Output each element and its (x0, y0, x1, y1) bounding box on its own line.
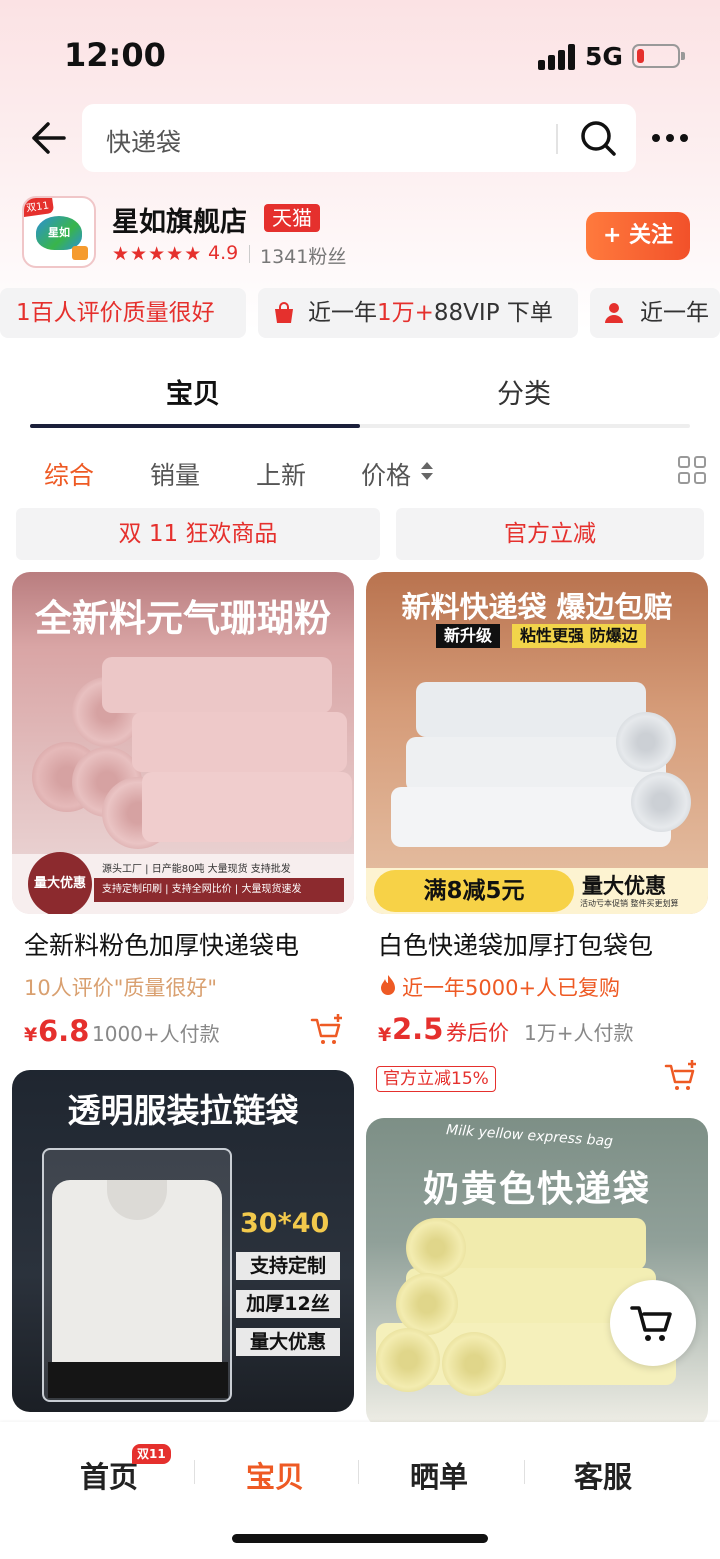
product-image-yellow[interactable]: Milk yellow express bag 奶黄色快递袋 (366, 1118, 708, 1428)
image-line: 源头工厂 | 日产能80吨 大量现货 支持批发 (102, 864, 291, 875)
search-divider (556, 124, 558, 154)
divider (194, 1460, 195, 1484)
image-subtitle: Milk yellow express bag (445, 1122, 614, 1150)
product-title[interactable]: 白色快递袋加厚打包袋包 (378, 926, 708, 962)
image-title: 奶黄色快递袋 (422, 1169, 651, 1210)
highlight-text: 1百人评价 (16, 300, 123, 326)
highlight-text: 88VIP 下单 (433, 300, 553, 326)
sort-jiage[interactable]: 价格 (361, 456, 411, 492)
add-to-cart-icon[interactable] (664, 1060, 698, 1092)
price-currency: ¥ (378, 1024, 392, 1046)
floating-cart-button[interactable] (610, 1280, 696, 1366)
tab-baobei[interactable]: 宝贝 (166, 372, 220, 411)
tab-active-indicator (30, 424, 360, 428)
signal-icon (538, 44, 576, 70)
product-price: 2.5 (392, 1012, 444, 1046)
battery-icon (632, 44, 685, 68)
sort-zonghe[interactable]: 综合 (44, 456, 94, 492)
cart-icon (630, 1306, 672, 1341)
nav-baobei[interactable]: 宝贝 (246, 1454, 304, 1496)
store-fans: 1341粉丝 (260, 246, 347, 268)
tmall-badge: 天猫 (264, 204, 320, 232)
image-banner: 满8减5元 (374, 870, 574, 912)
image-tag: 新升级 (436, 624, 501, 648)
logo-corner-icon (72, 246, 88, 260)
highlight-more[interactable]: 近一年 (590, 288, 720, 338)
rating-stars: ★ ★ ★ ★ ★ (112, 242, 202, 266)
product-sold: 1万+人付款 (524, 1021, 634, 1045)
divider (358, 1460, 359, 1484)
highlight-text: 近一年 (640, 300, 709, 326)
search-input[interactable]: 快递袋 (82, 104, 636, 172)
sort-xiaoliang[interactable]: 销量 (150, 456, 200, 492)
highlight-vip-orders[interactable]: 近一年1万+88VIP 下单 (258, 288, 578, 338)
promo-official-discount-button[interactable]: 官方立减 (396, 508, 704, 560)
follow-button[interactable]: + 关注 (586, 212, 690, 260)
search-icon[interactable] (578, 118, 618, 158)
star-icon: ★ (148, 243, 166, 265)
home-indicator[interactable] (232, 1534, 488, 1543)
price-note: 券后价 (446, 1021, 509, 1045)
back-arrow-icon (32, 122, 66, 154)
tab-fenlei[interactable]: 分类 (497, 372, 551, 411)
highlight-text: 质量很好 (122, 300, 215, 326)
nav-kefu[interactable]: 客服 (574, 1454, 632, 1496)
image-tag: 粘性更强 防爆边 (512, 624, 646, 648)
official-discount-tag: 官方立减15% (376, 1066, 496, 1092)
search-query: 快递袋 (106, 128, 182, 157)
promo-double11-button[interactable]: 双 11 狂欢商品 (16, 508, 380, 560)
star-icon: ★ (166, 243, 184, 265)
nav-home[interactable]: 首页 (80, 1454, 138, 1496)
bottom-nav: 首页 双11 宝贝 晒单 客服 (0, 1422, 720, 1559)
logo-badge: 双11 (24, 198, 54, 218)
product-subtitle: 近一年5000+人已复购 (402, 976, 621, 1000)
more-menu-button[interactable] (650, 120, 690, 156)
status-bar: 12:00 5G (0, 0, 720, 100)
image-tag: 加厚12丝 (236, 1290, 340, 1318)
status-time: 12:00 (64, 36, 166, 74)
nav-shaidan[interactable]: 晒单 (410, 1454, 468, 1496)
image-banner-right: 量大优惠 (582, 874, 666, 898)
grid-view-toggle-icon[interactable] (678, 456, 708, 486)
store-logo[interactable]: 双11 星如 (22, 196, 96, 268)
image-title: 全新料元气珊瑚粉 (35, 597, 331, 640)
image-badge: 量大优惠 (28, 852, 92, 914)
price-currency: ¥ (24, 1024, 38, 1046)
star-icon: ★ (130, 243, 148, 265)
sort-arrows-icon (421, 462, 433, 480)
star-icon: ★ (112, 243, 130, 265)
logo-brand-mark: 星如 (36, 216, 82, 250)
product-sold: 1000+人付款 (92, 1022, 220, 1046)
image-title: 新料快递袋 爆边包赔 (401, 590, 673, 624)
image-banner-small: 活动亏本促销 整件买更划算 (580, 899, 679, 908)
store-name[interactable]: 星如旗舰店 (112, 200, 247, 239)
shopping-bag-icon (275, 302, 293, 323)
product-image-clear[interactable]: 透明服装拉链袋 30*40 支持定制 加厚12丝 量大优惠 (12, 1070, 354, 1412)
back-button[interactable] (28, 118, 68, 158)
flame-icon (381, 975, 395, 995)
highlight-text: 近一年 (308, 300, 377, 326)
sort-shangxin[interactable]: 上新 (256, 456, 306, 492)
nav-home-badge: 双11 (132, 1444, 171, 1464)
image-tag: 支持定制 (236, 1252, 340, 1280)
product-price: 6.8 (38, 1014, 90, 1048)
product-title[interactable]: 全新料粉色加厚快递袋电 (24, 926, 354, 962)
product-image-pink[interactable]: 全新料元气珊瑚粉 量大优惠 源头工厂 | 日产能80吨 大量现货 支持批发 支持… (12, 572, 354, 914)
image-size: 30*40 (240, 1208, 330, 1239)
store-rating: 4.9 (208, 242, 239, 264)
star-icon: ★ (184, 243, 202, 265)
image-line: 支持定制印刷 | 支持全网比价 | 大量现货速发 (94, 878, 344, 902)
product-image-white[interactable]: 新料快递袋 爆边包赔 新升级 粘性更强 防爆边 满8减5元 量大优惠 活动亏本促… (366, 572, 708, 914)
product-subtitle: 10人评价"质量很好" (24, 976, 218, 1000)
divider (249, 245, 250, 263)
image-title: 透明服装拉链袋 (67, 1091, 299, 1130)
highlight-text: 1万+ (377, 300, 434, 326)
user-icon (605, 303, 623, 323)
image-tag: 量大优惠 (236, 1328, 340, 1356)
network-label: 5G (585, 42, 623, 71)
highlight-reviews[interactable]: 1百人评价质量很好 (0, 288, 246, 338)
divider (524, 1460, 525, 1484)
add-to-cart-icon[interactable] (310, 1014, 344, 1046)
